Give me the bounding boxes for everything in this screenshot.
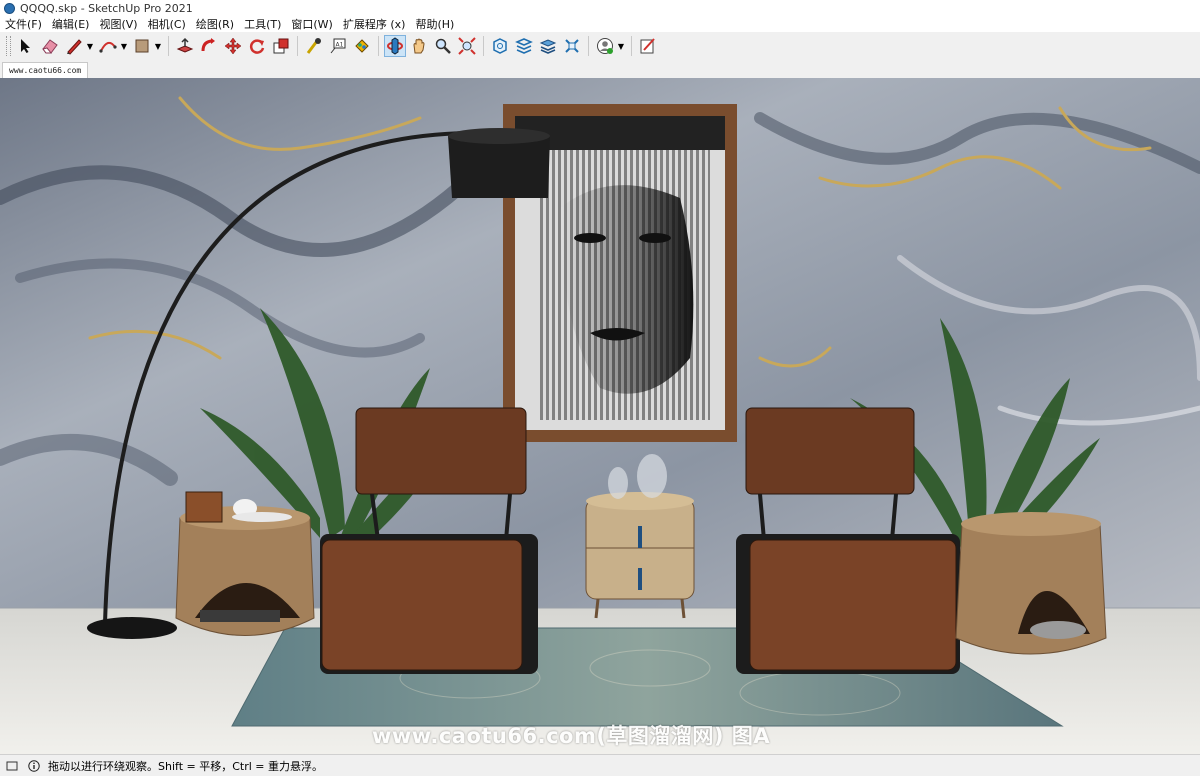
info-icon[interactable] (28, 759, 40, 772)
layout-icon[interactable] (537, 35, 559, 57)
toolbar-grip[interactable] (6, 36, 11, 56)
text-icon[interactable]: A1 (327, 35, 349, 57)
toolbar: ▼ ▼ ▼ A1 ▼ (0, 32, 1200, 61)
chevron-down-icon[interactable]: ▼ (617, 35, 625, 57)
menu-tools[interactable]: 工具(T) (239, 16, 286, 32)
menu-bar: 文件(F) 编辑(E) 视图(V) 相机(C) 绘图(R) 工具(T) 窗口(W… (0, 16, 1200, 32)
title-bar: QQQQ.skp - SketchUp Pro 2021 (0, 0, 1200, 16)
arc-icon[interactable] (97, 35, 119, 57)
wooden-side-table (175, 491, 315, 636)
follow-me-icon[interactable] (198, 35, 220, 57)
extension-warehouse-icon[interactable] (513, 35, 535, 57)
toolbar-separator (588, 36, 589, 56)
extension-manager-icon[interactable] (561, 35, 583, 57)
menu-window[interactable]: 窗口(W) (286, 16, 337, 32)
window-title: QQQQ.skp - SketchUp Pro 2021 (20, 1, 193, 15)
toolbar-separator (483, 36, 484, 56)
model-viewport[interactable] (0, 78, 1200, 754)
menu-help[interactable]: 帮助(H) (410, 16, 459, 32)
toolbar-separator (297, 36, 298, 56)
credit-icon[interactable] (6, 760, 18, 772)
menu-camera[interactable]: 相机(C) (143, 16, 191, 32)
chevron-down-icon[interactable]: ▼ (120, 35, 128, 57)
toolbar-separator (631, 36, 632, 56)
zoom-extents-icon[interactable] (456, 35, 478, 57)
orbit-icon[interactable] (384, 35, 406, 57)
paint-bucket-icon[interactable] (351, 35, 373, 57)
watermark-text: www.caotu66.com(草图溜溜网) 图A (372, 724, 771, 748)
profile-icon[interactable] (594, 35, 616, 57)
push-pull-icon[interactable] (174, 35, 196, 57)
wooden-side-table (955, 512, 1107, 655)
move-icon[interactable] (222, 35, 244, 57)
menu-edit[interactable]: 编辑(E) (47, 16, 95, 32)
pan-icon[interactable] (408, 35, 430, 57)
zoom-icon[interactable] (432, 35, 454, 57)
scene-tab[interactable]: www.caotu66.com (2, 62, 89, 78)
status-text: 拖动以进行环绕观察。Shift = 平移，Ctrl = 重力悬浮。 (48, 759, 323, 773)
rectangle-shape-icon[interactable] (131, 35, 153, 57)
pencil-line-icon[interactable] (63, 35, 85, 57)
chevron-down-icon[interactable]: ▼ (154, 35, 162, 57)
scene-tab-bar: www.caotu66.com (0, 60, 1200, 78)
rendered-scene (0, 78, 1200, 754)
toolbar-separator (168, 36, 169, 56)
menu-file[interactable]: 文件(F) (0, 16, 47, 32)
menu-view[interactable]: 视图(V) (94, 16, 142, 32)
menu-draw[interactable]: 绘图(R) (191, 16, 239, 32)
eraser-icon[interactable] (39, 35, 61, 57)
3d-warehouse-icon[interactable] (489, 35, 511, 57)
menu-extensions[interactable]: 扩展程序 (x) (338, 16, 411, 32)
select-icon[interactable] (15, 35, 37, 57)
sketchup-logo-icon (4, 2, 15, 14)
toolbar-separator (378, 36, 379, 56)
chevron-down-icon[interactable]: ▼ (86, 35, 94, 57)
scale-icon[interactable] (270, 35, 292, 57)
style-builder-icon[interactable] (637, 35, 659, 57)
rotate-icon[interactable] (246, 35, 268, 57)
tape-measure-icon[interactable] (303, 35, 325, 57)
status-bar: 拖动以进行环绕观察。Shift = 平移，Ctrl = 重力悬浮。 (0, 754, 1200, 776)
svg-text:A1: A1 (336, 42, 344, 49)
